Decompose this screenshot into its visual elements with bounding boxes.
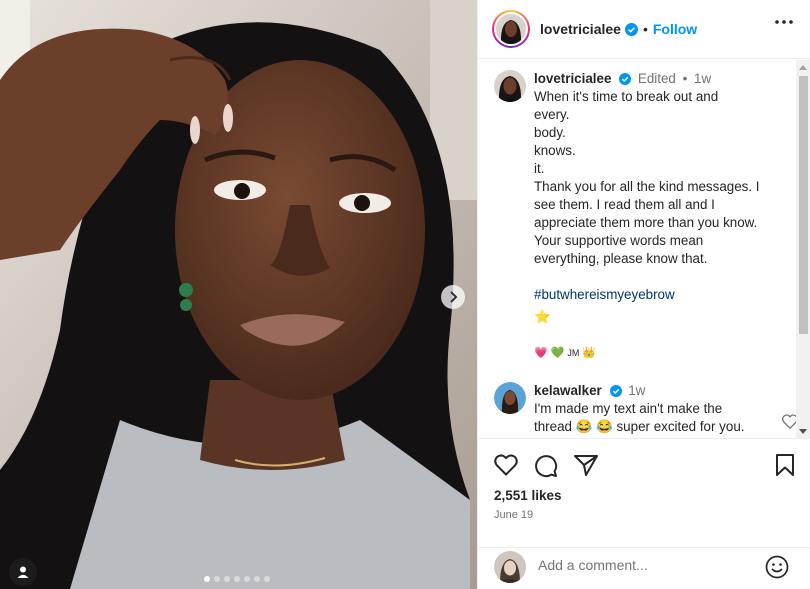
caption-line: body. xyxy=(534,125,566,140)
caption-time[interactable]: 1w xyxy=(694,71,711,86)
scroll-down-arrow[interactable] xyxy=(799,429,807,434)
star-emoji: ⭐ xyxy=(534,309,551,324)
caption-line: When it's time to break out and xyxy=(534,89,719,104)
scroll-up-arrow[interactable] xyxy=(799,65,807,70)
caption-line: see them. I read them all and I xyxy=(534,197,715,212)
hashtag-link[interactable]: #butwhereismyeyebrow xyxy=(534,286,784,304)
caption-line: it. xyxy=(534,161,545,176)
green-heart-emoji: 💚 xyxy=(550,347,565,359)
likes-count[interactable]: 2,551 likes xyxy=(494,488,562,503)
header-separator: • xyxy=(642,21,648,37)
user-tag-icon xyxy=(17,566,29,578)
carousel-indicator xyxy=(204,576,270,582)
post-photo[interactable] xyxy=(0,0,477,589)
caption-line: every. xyxy=(534,107,570,122)
comment-item: kelawalker 1w I'm made my text ain't mak… xyxy=(494,382,784,436)
emoji-row: 💗 💚 JM 👑 xyxy=(534,344,784,362)
comment-text: thread 😂 😂 super excited for you. xyxy=(534,419,745,434)
carousel-dot xyxy=(264,576,270,582)
author-username[interactable]: lovetricialee xyxy=(540,21,621,37)
portrait-image xyxy=(0,0,477,589)
caption-line: appreciate them more than you know. xyxy=(534,215,758,230)
crown-emoji: 👑 xyxy=(582,347,597,359)
comments-scrollbar[interactable] xyxy=(796,60,810,438)
meta-dot: • xyxy=(682,71,688,86)
comment-icon[interactable] xyxy=(534,454,558,478)
pink-heart-emoji: 💗 xyxy=(534,347,548,359)
caption-username[interactable]: lovetricialee xyxy=(534,71,611,86)
caption-line: Your supportive words mean xyxy=(534,233,704,248)
commenter-username[interactable]: kelawalker xyxy=(534,383,602,398)
verified-badge-icon xyxy=(619,73,632,86)
post-date: June 19 xyxy=(494,509,534,521)
caption-line: everything, please know that. xyxy=(534,251,708,266)
carousel-dot xyxy=(214,576,220,582)
chevron-right-icon xyxy=(450,291,458,303)
smiley-icon[interactable] xyxy=(765,555,789,579)
commenter-avatar[interactable] xyxy=(494,382,526,414)
initials-text: JM xyxy=(567,348,580,358)
send-icon[interactable] xyxy=(574,454,598,476)
avatar-image xyxy=(496,14,526,44)
caption-avatar[interactable] xyxy=(494,70,526,102)
post-header: lovetricialee • Follow xyxy=(478,0,810,59)
carousel-dot xyxy=(244,576,250,582)
carousel-dot xyxy=(254,576,260,582)
add-comment-bar xyxy=(478,549,810,589)
tagged-users-button[interactable] xyxy=(9,558,37,586)
current-user-avatar xyxy=(494,551,526,583)
verified-badge-icon xyxy=(624,22,638,36)
comment-text: I'm made my text ain't make the xyxy=(534,401,723,416)
carousel-dot xyxy=(234,576,240,582)
caption-line: knows. xyxy=(534,143,576,158)
comment-time[interactable]: 1w xyxy=(628,383,645,398)
caption: lovetricialee Edited • 1w When it's time… xyxy=(494,70,784,362)
comments-section[interactable]: lovetricialee Edited • 1w When it's time… xyxy=(478,60,810,439)
post-detail-panel: lovetricialee • Follow lovetricialee Edi… xyxy=(477,0,810,589)
edited-label: Edited xyxy=(637,71,676,86)
carousel-dot xyxy=(204,576,210,582)
next-photo-button[interactable] xyxy=(441,285,465,309)
comment-input[interactable] xyxy=(538,557,758,573)
scroll-thumb[interactable] xyxy=(799,76,808,334)
author-avatar[interactable] xyxy=(492,10,530,48)
post-actions: 2,551 likes June 19 xyxy=(478,440,810,548)
verified-badge-icon xyxy=(609,385,622,398)
follow-button[interactable]: Follow xyxy=(653,21,697,37)
caption-line: Thank you for all the kind messages. I xyxy=(534,179,760,194)
carousel-dot xyxy=(224,576,230,582)
heart-icon[interactable] xyxy=(494,454,518,476)
more-horizontal-icon[interactable] xyxy=(775,20,793,24)
bookmark-icon[interactable] xyxy=(775,454,795,476)
